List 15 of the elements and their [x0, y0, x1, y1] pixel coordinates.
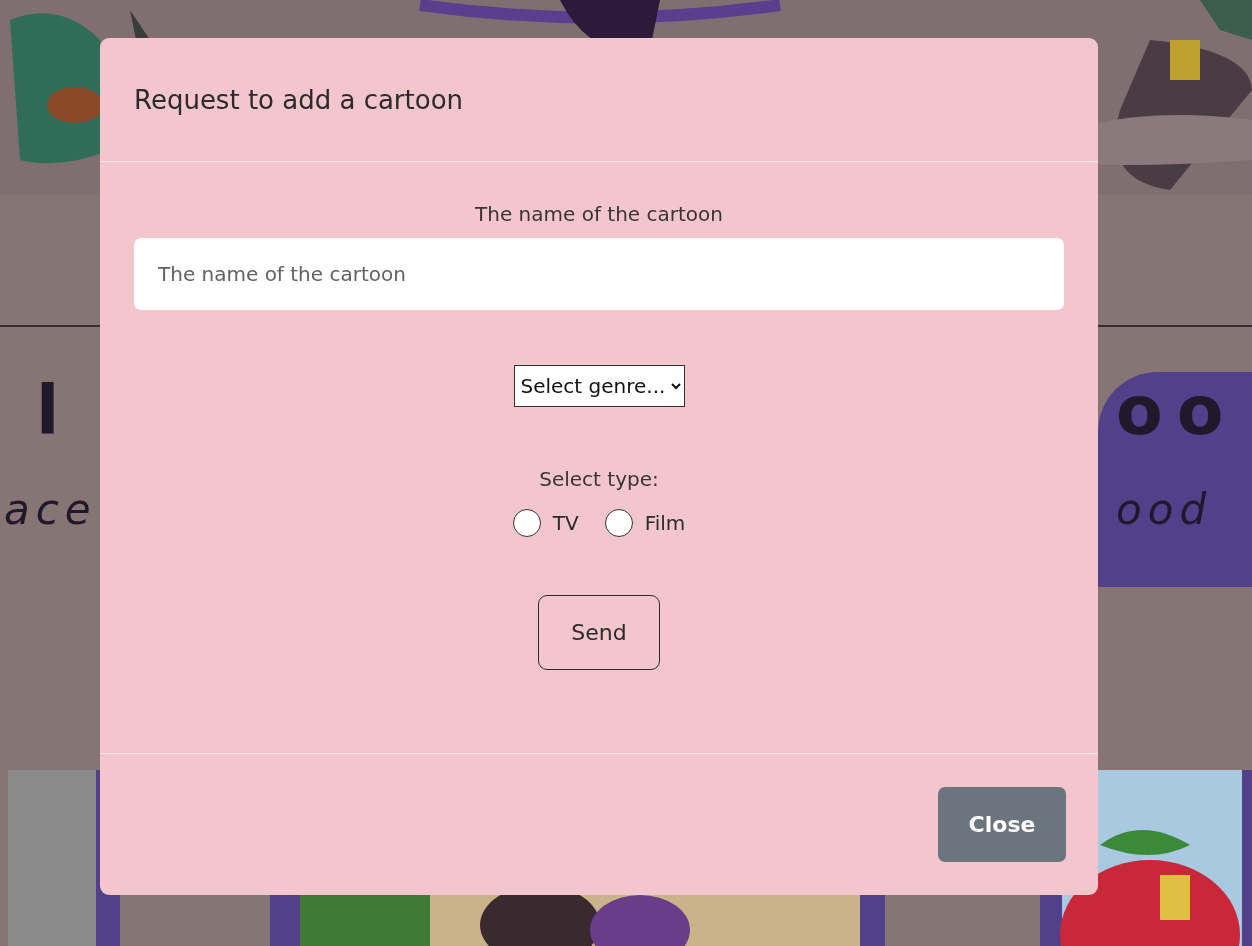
subheading-text: ace	[3, 485, 98, 534]
radio-button[interactable]	[604, 509, 633, 537]
type-label: Select type:	[539, 467, 659, 491]
subheading-text: ood	[1116, 485, 1214, 534]
heading-text: oo	[1116, 377, 1239, 445]
name-input-field[interactable]: The name of the cartoon	[134, 238, 1064, 310]
close-button[interactable]: Close	[938, 787, 1066, 862]
radio-button[interactable]	[512, 509, 541, 537]
dialog-title: Request to add a cartoon	[134, 84, 464, 115]
field-label: The name of the cartoon	[475, 202, 723, 226]
genre-select[interactable]: Select genre...	[513, 365, 685, 407]
send-button[interactable]: Send	[538, 595, 660, 670]
radio-label: TV	[552, 511, 579, 535]
heading-text: l	[36, 377, 75, 445]
radio-label: Film	[644, 511, 686, 535]
